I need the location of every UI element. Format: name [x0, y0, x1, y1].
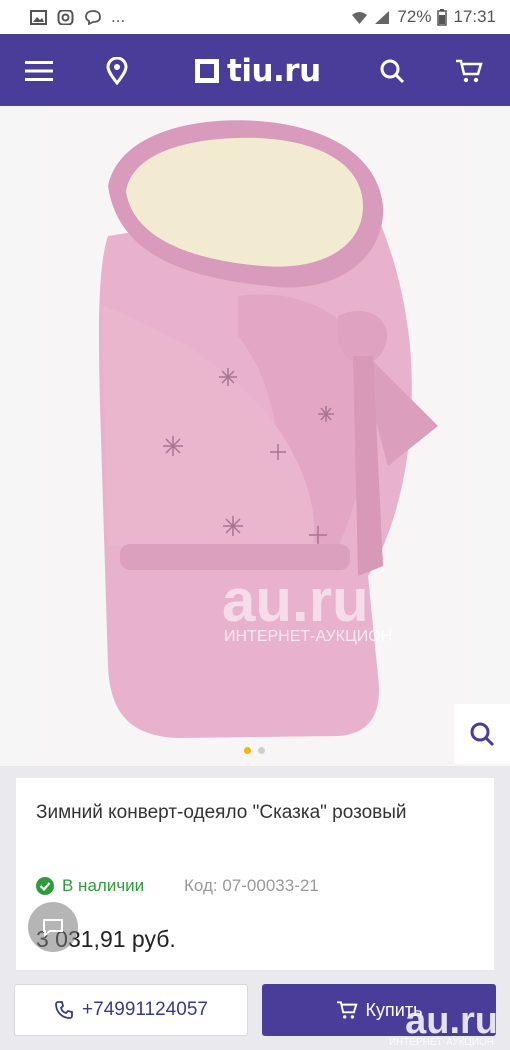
cart-icon: [456, 59, 483, 83]
zoom-search-icon: [470, 722, 495, 747]
floating-chat-button[interactable]: [28, 902, 78, 952]
top-nav: tiu.ru: [0, 34, 510, 106]
photo-watermark-subtitle: ИНТЕРНЕТ-АУКЦИОН: [224, 628, 393, 645]
menu-button[interactable]: [16, 48, 62, 94]
battery-icon: [437, 8, 448, 26]
chat-icon: [43, 919, 63, 938]
gallery-dot[interactable]: [258, 747, 265, 754]
viber-icon: [85, 9, 101, 25]
status-bar: ... 72% 17:31: [0, 0, 510, 34]
availability-label: В наличии: [62, 876, 145, 895]
logo[interactable]: tiu.ru: [195, 53, 321, 89]
instagram-icon: [57, 9, 74, 25]
zoom-button[interactable]: [454, 704, 510, 764]
phone-icon: [55, 1001, 73, 1019]
battery-level: 72%: [397, 7, 432, 26]
notification-more: ...: [111, 7, 126, 26]
product-photo[interactable]: [38, 106, 472, 766]
gallery-dot-active[interactable]: [244, 747, 251, 754]
call-button[interactable]: +74991124057: [14, 984, 248, 1036]
product-title: Зимний конверт-одеяло "Сказка" розовый: [36, 802, 407, 823]
logo-text: tiu.ru: [227, 53, 321, 89]
gallery-icon: [30, 9, 47, 25]
photo-watermark: au.ru: [222, 567, 369, 634]
location-button[interactable]: [94, 48, 140, 94]
gallery-pagination: [244, 747, 265, 754]
search-button[interactable]: [369, 48, 415, 94]
logo-mark: [195, 59, 219, 83]
clock: 17:31: [453, 7, 496, 26]
wifi-icon: [352, 11, 368, 24]
location-pin-icon: [106, 57, 128, 85]
search-icon: [380, 59, 405, 84]
envelope-blanket-image: [98, 120, 438, 738]
check-circle-icon: [36, 877, 54, 895]
cart-icon: [336, 1001, 358, 1019]
menu-icon: [25, 61, 53, 81]
footer-watermark-subtitle: ИНТЕРНЕТ-АУКЦИОН: [388, 1037, 494, 1048]
product-gallery[interactable]: au.ru ИНТЕРНЕТ-АУКЦИОН: [0, 106, 510, 766]
product-info-card: Зимний конверт-одеяло "Сказка" розовый В…: [16, 778, 494, 970]
signal-icon: [375, 10, 390, 24]
product-code: Код: 07-00033-21: [184, 876, 319, 895]
availability-status: В наличии: [36, 876, 144, 896]
phone-number: +74991124057: [82, 999, 208, 1020]
cart-button[interactable]: [446, 48, 492, 94]
